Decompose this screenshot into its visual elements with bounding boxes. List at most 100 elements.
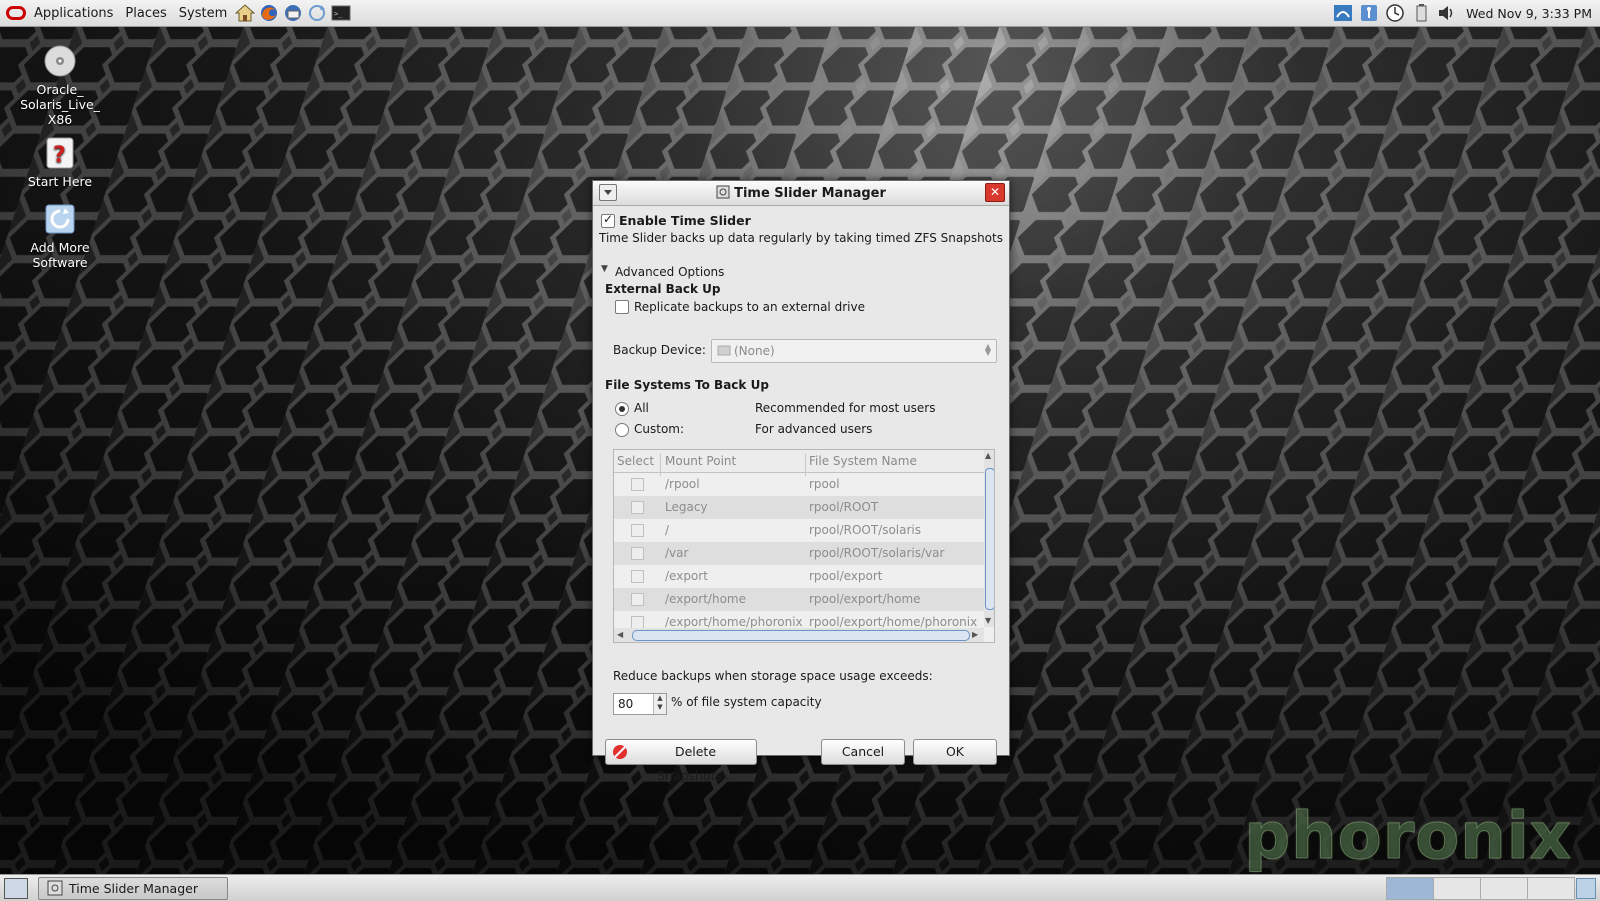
time-slider-icon[interactable] bbox=[1384, 2, 1406, 24]
row-select-checkbox[interactable] bbox=[631, 547, 644, 560]
bottom-panel: Time Slider Manager bbox=[0, 874, 1600, 901]
thunderbird-icon[interactable] bbox=[282, 2, 304, 24]
row-select-checkbox[interactable] bbox=[631, 593, 644, 606]
scroll-right-icon[interactable]: ▶ bbox=[972, 630, 978, 639]
capacity-spinbutton[interactable]: 80 ▲ ▼ bbox=[613, 693, 667, 715]
taskbar-time-slider-manager[interactable]: Time Slider Manager bbox=[38, 877, 228, 900]
menu-system[interactable]: System bbox=[173, 6, 233, 21]
backup-device-value: (None) bbox=[734, 344, 775, 358]
radio-all[interactable] bbox=[615, 402, 629, 416]
replicate-backups-checkbox[interactable] bbox=[615, 300, 629, 314]
taskbar-label: Time Slider Manager bbox=[69, 881, 198, 896]
help-icon: ? bbox=[43, 136, 77, 170]
time-slider-task-icon bbox=[47, 880, 63, 896]
table-header: Select Mount Point File System Name bbox=[614, 450, 984, 476]
replicate-backups-label[interactable]: Replicate backups to an external drive bbox=[634, 300, 865, 314]
firefox-icon[interactable] bbox=[258, 2, 280, 24]
backup-device-label: Backup Device: bbox=[613, 343, 706, 357]
svg-text:>_: >_ bbox=[334, 10, 343, 18]
workspace-1[interactable] bbox=[1386, 877, 1434, 900]
menu-applications[interactable]: Applications bbox=[28, 6, 119, 21]
row-select-checkbox[interactable] bbox=[631, 524, 644, 537]
fs-name-cell: rpool/ROOT/solaris/var bbox=[809, 546, 945, 560]
spin-arrows-icon[interactable]: ▲ ▼ bbox=[653, 694, 666, 714]
workspace-3[interactable] bbox=[1480, 877, 1528, 900]
fs-name-cell: rpool/ROOT/solaris bbox=[809, 523, 922, 537]
terminal-icon[interactable]: >_ bbox=[330, 2, 352, 24]
desktop-icon-add-more-software[interactable]: Add More Software bbox=[10, 202, 110, 270]
vertical-scroll-thumb[interactable] bbox=[985, 468, 994, 610]
dialog-title: Time Slider Manager bbox=[593, 185, 1009, 201]
table-vertical-scrollbar[interactable]: ▲ ▼ bbox=[984, 450, 994, 627]
radio-all-label[interactable]: All bbox=[634, 401, 649, 415]
oracle-logo-icon[interactable] bbox=[6, 6, 26, 20]
scroll-up-icon[interactable]: ▲ bbox=[985, 451, 991, 460]
capacity-value: 80 bbox=[618, 697, 634, 711]
mount-point-cell: / bbox=[665, 523, 670, 537]
expander-arrow-icon[interactable]: ▼ bbox=[601, 264, 608, 274]
desktop-icon-oracle-solaris-live[interactable]: Oracle_ Solaris_Live_ X86 bbox=[10, 44, 110, 127]
table-row[interactable]: /export rpool/export bbox=[614, 565, 984, 588]
phoronix-watermark: phoronix bbox=[1244, 800, 1572, 875]
table-row[interactable]: / rpool/ROOT/solaris bbox=[614, 519, 984, 542]
advanced-options-expander[interactable]: Advanced Options bbox=[615, 265, 724, 279]
enable-time-slider-checkbox[interactable] bbox=[601, 212, 615, 228]
desktop-icon-label: Add More Software bbox=[30, 240, 90, 270]
enable-time-slider-label[interactable]: Enable Time Slider bbox=[619, 213, 751, 228]
column-header-fs-name[interactable]: File System Name bbox=[809, 454, 917, 468]
delete-icon bbox=[613, 745, 627, 759]
home-icon[interactable] bbox=[234, 2, 256, 24]
accessibility-icon[interactable] bbox=[1358, 2, 1380, 24]
radio-all-description: Recommended for most users bbox=[755, 401, 936, 415]
trash-icon[interactable] bbox=[1576, 878, 1596, 899]
table-row[interactable]: Legacy rpool/ROOT bbox=[614, 496, 984, 519]
volume-icon[interactable] bbox=[1436, 2, 1458, 24]
show-desktop-icon[interactable] bbox=[4, 878, 28, 899]
row-select-checkbox[interactable] bbox=[631, 478, 644, 491]
fs-name-cell: rpool/ROOT bbox=[809, 500, 879, 514]
mount-point-cell: /export/home/phoronix bbox=[665, 615, 803, 629]
dialog-title-text: Time Slider Manager bbox=[734, 186, 886, 201]
fs-name-cell: rpool/export/home bbox=[809, 592, 921, 606]
table-horizontal-scrollbar[interactable]: ◀ ▶ bbox=[614, 628, 984, 642]
ok-button[interactable]: OK bbox=[913, 739, 997, 765]
desktop-icon-label: Start Here bbox=[27, 174, 93, 189]
scroll-down-icon[interactable]: ▼ bbox=[985, 616, 991, 625]
scroll-left-icon[interactable]: ◀ bbox=[617, 630, 623, 639]
battery-icon[interactable] bbox=[1410, 2, 1432, 24]
row-select-checkbox[interactable] bbox=[631, 501, 644, 514]
combo-arrows-icon: ▲ ▼ bbox=[984, 342, 992, 357]
reduce-backups-label: Reduce backups when storage space usage … bbox=[613, 669, 933, 683]
delete-snapshots-label: Delete Snapshots... bbox=[657, 744, 734, 783]
backup-device-select[interactable]: (None) ▲ ▼ bbox=[711, 339, 997, 363]
menu-places[interactable]: Places bbox=[119, 6, 172, 21]
row-select-checkbox[interactable] bbox=[631, 570, 644, 583]
table-row[interactable]: /export/home rpool/export/home bbox=[614, 588, 984, 611]
table-row[interactable]: /var rpool/ROOT/solaris/var bbox=[614, 542, 984, 565]
column-header-select[interactable]: Select bbox=[617, 454, 654, 468]
system-tray: Wed Nov 9, 3:33 PM bbox=[1330, 0, 1592, 26]
desktop-icon-start-here[interactable]: ? Start Here bbox=[10, 136, 110, 189]
fs-name-cell: rpool/export bbox=[809, 569, 883, 583]
dialog-titlebar[interactable]: Time Slider Manager ✕ bbox=[593, 181, 1009, 206]
file-systems-heading: File Systems To Back Up bbox=[605, 378, 769, 392]
mount-point-cell: /export bbox=[665, 569, 708, 583]
drive-icon bbox=[717, 345, 731, 356]
radio-custom-label[interactable]: Custom: bbox=[634, 422, 684, 436]
close-button[interactable]: ✕ bbox=[985, 183, 1005, 202]
cancel-button[interactable]: Cancel bbox=[821, 739, 905, 765]
update-icon[interactable] bbox=[306, 2, 328, 24]
mount-point-cell: /rpool bbox=[665, 477, 700, 491]
network-icon[interactable] bbox=[1332, 2, 1354, 24]
workspace-4[interactable] bbox=[1527, 877, 1575, 900]
fs-name-cell: rpool/export/home/phoronix bbox=[809, 615, 978, 629]
delete-snapshots-button[interactable]: Delete Snapshots... bbox=[605, 739, 757, 783]
workspace-2[interactable] bbox=[1433, 877, 1481, 900]
column-header-mount-point[interactable]: Mount Point bbox=[665, 454, 736, 468]
capacity-suffix-label: % of file system capacity bbox=[671, 695, 822, 709]
clock[interactable]: Wed Nov 9, 3:33 PM bbox=[1466, 6, 1592, 21]
close-icon: ✕ bbox=[989, 185, 1001, 199]
table-row[interactable]: /rpool rpool bbox=[614, 473, 984, 496]
horizontal-scroll-thumb[interactable] bbox=[632, 630, 970, 641]
radio-custom[interactable] bbox=[615, 423, 629, 437]
